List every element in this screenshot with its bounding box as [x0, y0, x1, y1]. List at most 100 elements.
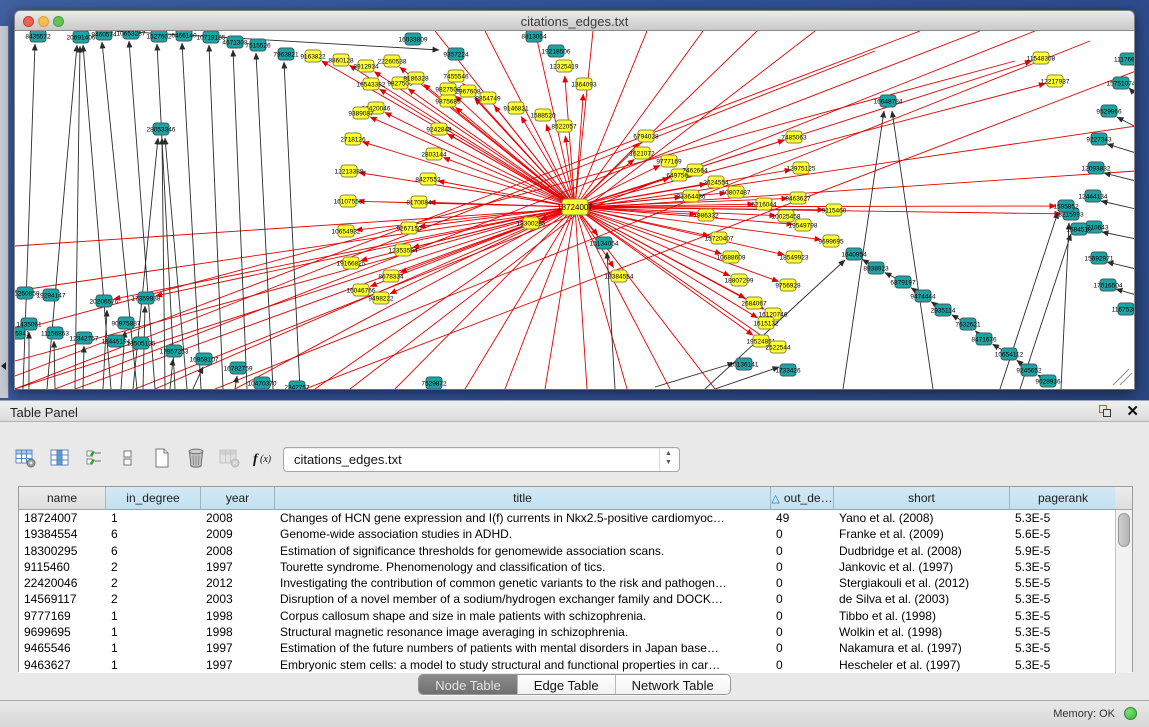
table-cell[interactable]: 5.3E-5 [1010, 624, 1117, 640]
table-cell[interactable]: 9463627 [19, 657, 106, 673]
table-row[interactable]: 2242004622012Investigating the contribut… [19, 575, 1132, 591]
tab-edge-table[interactable]: Edge Table [518, 675, 616, 695]
table-cell[interactable]: Stergiakouli et al. (2012) [834, 575, 1010, 591]
table-row[interactable]: 977716911998Corpus callosum shape and si… [19, 608, 1132, 624]
table-cell[interactable]: 5.3E-5 [1010, 657, 1117, 673]
rows-button[interactable] [114, 445, 142, 471]
table-cell[interactable]: Dudbridge et al. (2008) [834, 543, 1010, 559]
table-cell[interactable]: Structural magnetic resonance image aver… [275, 624, 771, 640]
table-cell[interactable]: 2009 [201, 526, 275, 542]
table-cell[interactable]: 22420046 [19, 575, 106, 591]
float-window-icon[interactable] [1099, 405, 1113, 419]
table-cell[interactable]: 5.6E-5 [1010, 526, 1117, 542]
network-view[interactable]: 1872400791638228860128891293422260538982… [14, 31, 1135, 390]
table-cell[interactable]: 2008 [201, 543, 275, 559]
panel-close-icon[interactable]: ✕ [1126, 402, 1139, 420]
table-row[interactable]: 1938455462009Genome-wide association stu… [19, 526, 1132, 542]
table-cell[interactable]: 1 [106, 657, 201, 673]
table-cell[interactable]: Wolkin et al. (1998) [834, 624, 1010, 640]
table-cell[interactable]: 0 [771, 543, 834, 559]
scrollbar-thumb[interactable] [1118, 513, 1130, 547]
column-visibility-button[interactable] [46, 445, 74, 471]
collapse-arrow-icon[interactable] [1, 362, 6, 370]
table-cell[interactable]: Corpus callosum shape and size in male p… [275, 608, 771, 624]
table-cell[interactable]: 9465546 [19, 640, 106, 656]
table-cell[interactable]: 2003 [201, 591, 275, 607]
table-cell[interactable]: 9777169 [19, 608, 106, 624]
table-cell[interactable]: 0 [771, 624, 834, 640]
column-header-title[interactable]: title [275, 487, 771, 510]
table-cell[interactable]: Franke et al. (2009) [834, 526, 1010, 542]
table-cell[interactable]: 1 [106, 510, 201, 526]
column-header-short[interactable]: short [834, 487, 1010, 510]
table-cell[interactable]: Tibbo et al. (1998) [834, 608, 1010, 624]
table-cell[interactable]: 6 [106, 543, 201, 559]
table-cell[interactable]: 14569117 [19, 591, 106, 607]
table-cell[interactable]: de Silva et al. (2003) [834, 591, 1010, 607]
tab-network-table[interactable]: Network Table [616, 675, 730, 695]
table-cell[interactable]: Nakamura et al. (1997) [834, 640, 1010, 656]
table-cell[interactable]: 0 [771, 608, 834, 624]
column-header-out_de[interactable]: △out_de… [771, 487, 834, 510]
table-cell[interactable]: Hescheler et al. (1997) [834, 657, 1010, 673]
table-settings-button[interactable] [12, 445, 40, 471]
table-cell[interactable]: 1997 [201, 559, 275, 575]
table-cell[interactable]: 0 [771, 559, 834, 575]
table-cell[interactable]: 18724007 [19, 510, 106, 526]
row-selection-button[interactable] [80, 445, 108, 471]
network-svg[interactable]: 1872400791638228860128891293422260538982… [15, 31, 1135, 390]
function-builder-button[interactable]: f (x) [250, 445, 278, 471]
table-cell[interactable]: 5.3E-5 [1010, 559, 1117, 575]
table-row[interactable]: 1456911722003Disruption of a novel membe… [19, 591, 1132, 607]
tab-node-table[interactable]: Node Table [419, 675, 518, 695]
table-cell[interactable]: Embryonic stem cells: a model to study s… [275, 657, 771, 673]
table-row[interactable]: 1830029562008Estimation of significance … [19, 543, 1132, 559]
table-cell[interactable]: 0 [771, 575, 834, 591]
table-cell[interactable]: Tourette syndrome. Phenomenology and cla… [275, 559, 771, 575]
column-header-pagerank[interactable]: pagerank [1010, 487, 1117, 510]
table-row[interactable]: 1872400712008Changes of HCN gene express… [19, 510, 1132, 526]
table-cell[interactable]: 1997 [201, 640, 275, 656]
table-cell[interactable]: 1998 [201, 608, 275, 624]
table-cell[interactable]: 2 [106, 559, 201, 575]
new-file-button[interactable] [148, 445, 176, 471]
table-cell[interactable]: 5.3E-5 [1010, 591, 1117, 607]
table-cell[interactable]: 2012 [201, 575, 275, 591]
table-cell[interactable]: 1 [106, 640, 201, 656]
delete-button[interactable] [182, 445, 210, 471]
table-selector-dropdown[interactable]: citations_edges.txt ▲▼ [283, 447, 680, 472]
table-cell[interactable]: Jankovic et al. (1997) [834, 559, 1010, 575]
window-titlebar[interactable]: citations_edges.txt [14, 10, 1135, 31]
table-cell[interactable]: 9115460 [19, 559, 106, 575]
table-cell[interactable]: 0 [771, 591, 834, 607]
table-cell[interactable]: 5.3E-5 [1010, 640, 1117, 656]
column-header-year[interactable]: year [201, 487, 275, 510]
table-cell[interactable]: 19384554 [19, 526, 106, 542]
table-cell[interactable]: Yano et al. (2008) [834, 510, 1010, 526]
table-cell[interactable]: 2 [106, 575, 201, 591]
table-row[interactable]: 911546021997Tourette syndrome. Phenomeno… [19, 559, 1132, 575]
column-header-in_degree[interactable]: in_degree [106, 487, 201, 510]
table-cell[interactable]: Investigating the contribution of common… [275, 575, 771, 591]
memory-status-indicator[interactable] [1124, 707, 1137, 720]
table-row[interactable]: 969969511998Structural magnetic resonanc… [19, 624, 1132, 640]
table-cell[interactable]: 9699695 [19, 624, 106, 640]
table-cell[interactable]: Estimation of significance thresholds fo… [275, 543, 771, 559]
table-cell[interactable]: 49 [771, 510, 834, 526]
table-cell[interactable]: 0 [771, 640, 834, 656]
table-cell[interactable]: 0 [771, 526, 834, 542]
table-cell[interactable]: 2008 [201, 510, 275, 526]
table-cell[interactable]: 6 [106, 526, 201, 542]
table-cell[interactable]: 5.3E-5 [1010, 608, 1117, 624]
table-cell[interactable]: Genome-wide association studies in ADHD. [275, 526, 771, 542]
table-cell[interactable]: 5.5E-5 [1010, 575, 1117, 591]
table-cell[interactable]: 5.9E-5 [1010, 543, 1117, 559]
table-cell[interactable]: Disruption of a novel member of a sodium… [275, 591, 771, 607]
table-cell[interactable]: 2 [106, 591, 201, 607]
table-cell[interactable]: 1 [106, 608, 201, 624]
table-cell[interactable]: Changes of HCN gene expression and I(f) … [275, 510, 771, 526]
table-row[interactable]: 946362711997Embryonic stem cells: a mode… [19, 657, 1132, 673]
table-cell[interactable]: 0 [771, 657, 834, 673]
table-cell[interactable]: Estimation of the future numbers of pati… [275, 640, 771, 656]
table-row[interactable]: 946554611997Estimation of the future num… [19, 640, 1132, 656]
